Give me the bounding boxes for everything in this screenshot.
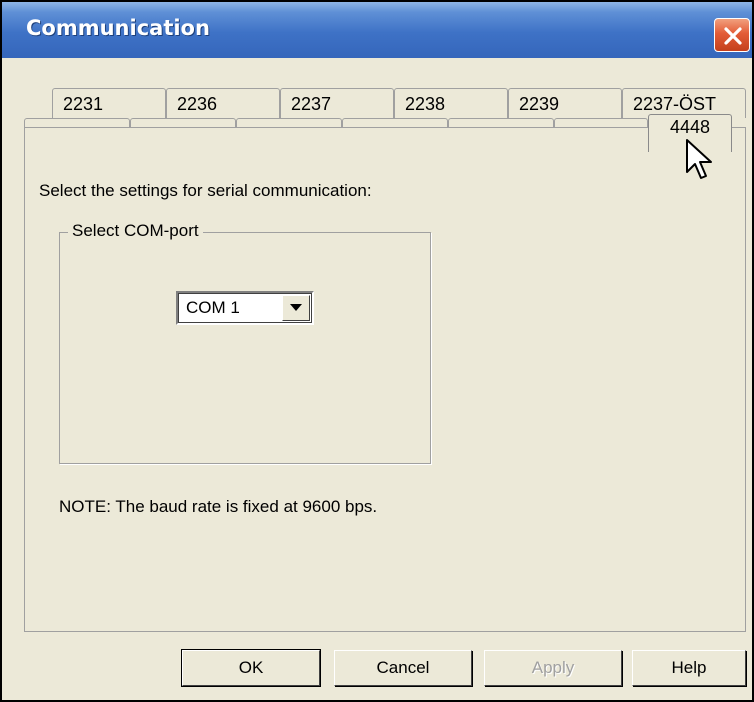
apply-button-label: Apply xyxy=(531,658,575,677)
mouse-pointer-icon xyxy=(685,138,713,189)
title-bar[interactable]: Communication xyxy=(2,2,752,58)
instruction-text: Select the settings for serial communica… xyxy=(39,181,372,200)
baud-rate-note: NOTE: The baud rate is fixed at 9600 bps… xyxy=(59,497,378,516)
tab-2238[interactable]: 2238 xyxy=(394,88,508,118)
com-port-group: Select COM-port COM 1 xyxy=(59,221,431,464)
tab-2239[interactable]: 2239 xyxy=(508,88,622,118)
com-port-group-label: Select COM-port xyxy=(68,221,203,241)
close-button[interactable] xyxy=(714,18,750,52)
window-title: Communication xyxy=(26,16,210,40)
com-port-dropdown-button[interactable] xyxy=(282,295,310,321)
tab-panel: Select the settings for serial communica… xyxy=(24,127,746,632)
com-port-select[interactable]: COM 1 xyxy=(176,291,314,325)
help-button[interactable]: Help xyxy=(632,650,746,686)
tab-2236[interactable]: 2236 xyxy=(166,88,280,118)
apply-button[interactable]: Apply xyxy=(484,650,622,686)
cancel-button[interactable]: Cancel xyxy=(334,650,472,686)
help-button-label: Help xyxy=(671,658,707,677)
com-port-value: COM 1 xyxy=(186,298,240,317)
tab-2237[interactable]: 2237 xyxy=(280,88,394,118)
ok-button-label: OK xyxy=(238,658,264,677)
tab-2231[interactable]: 2231 xyxy=(52,88,166,118)
ok-button[interactable]: OK xyxy=(181,649,321,687)
cancel-button-label: Cancel xyxy=(376,658,430,677)
dialog-window: Communication 2231 2236 2237 2238 2239 2… xyxy=(0,0,754,702)
